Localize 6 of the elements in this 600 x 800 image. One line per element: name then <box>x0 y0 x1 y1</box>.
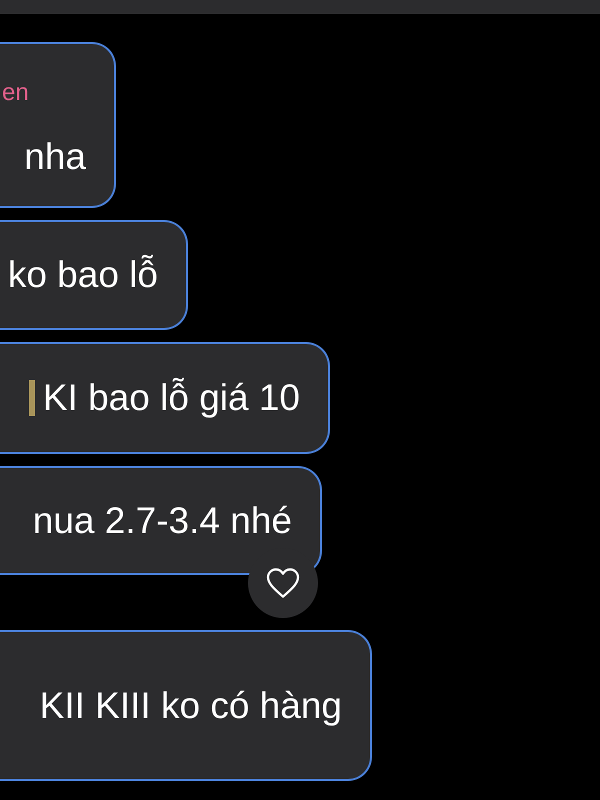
sender-name: en <box>2 79 29 107</box>
message-text: ko bao lỗ <box>8 253 158 297</box>
message-text: nha <box>24 135 86 179</box>
message-text: KI bao lỗ giá 10 <box>42 376 300 420</box>
message-text: KII KIII ko có hàng <box>40 684 342 728</box>
message-text: nua 2.7-3.4 nhé <box>32 498 292 542</box>
